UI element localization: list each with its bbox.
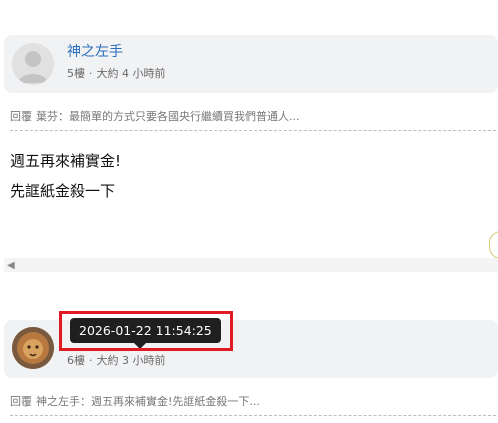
post-meta: 6樓 · 大約 3 小時前 xyxy=(67,352,166,368)
reply-reference[interactable]: 回覆 葉芬：最簡單的方式只要各國央行繼續買我們普通人... xyxy=(10,108,496,131)
floor-number: 5樓 xyxy=(67,67,85,80)
side-action-button[interactable] xyxy=(489,231,498,259)
reply-prefix: 回覆 xyxy=(10,395,32,408)
author-name[interactable]: 神之左手 xyxy=(67,41,123,61)
content-line: 先誆紙金殺一下 xyxy=(10,182,116,200)
lion-avatar-icon xyxy=(12,327,54,369)
reply-target: 神之左手：週五再來補實金!先誆紙金殺一下... xyxy=(36,395,260,408)
meta-separator: · xyxy=(89,67,93,80)
avatar-user[interactable] xyxy=(12,327,54,369)
reply-reference[interactable]: 回覆 神之左手：週五再來補實金!先誆紙金殺一下... xyxy=(10,393,496,416)
scroll-left-icon[interactable]: ◀ xyxy=(7,260,15,271)
meta-separator: · xyxy=(89,354,93,367)
horizontal-scrollbar[interactable]: ◀ xyxy=(4,258,498,272)
content-line: 週五再來補實金! xyxy=(10,152,122,170)
post-time[interactable]: 大約 4 小時前 xyxy=(97,67,166,80)
post-6: 6樓 · 大約 3 小時前 回覆 神之左手：週五再來補實金!先誆紙金殺一下... xyxy=(0,290,498,423)
post-time[interactable]: 大約 3 小時前 xyxy=(97,354,166,367)
avatar-default[interactable] xyxy=(12,43,54,85)
user-silhouette-icon xyxy=(12,43,54,85)
reply-prefix: 回覆 xyxy=(10,110,32,123)
floor-number: 6樓 xyxy=(67,354,85,367)
post-meta: 5樓 · 大約 4 小時前 xyxy=(67,65,166,81)
post-content: 週五再來補實金! 先誆紙金殺一下 xyxy=(10,146,121,206)
post-header: 神之左手 5樓 · 大約 4 小時前 xyxy=(4,35,498,93)
highlight-box xyxy=(59,311,233,351)
reply-target: 葉芬：最簡單的方式只要各國央行繼續買我們普通人... xyxy=(36,110,300,123)
post-5: 神之左手 5樓 · 大約 4 小時前 回覆 葉芬：最簡單的方式只要各國央行繼續買我們普… xyxy=(0,0,498,290)
